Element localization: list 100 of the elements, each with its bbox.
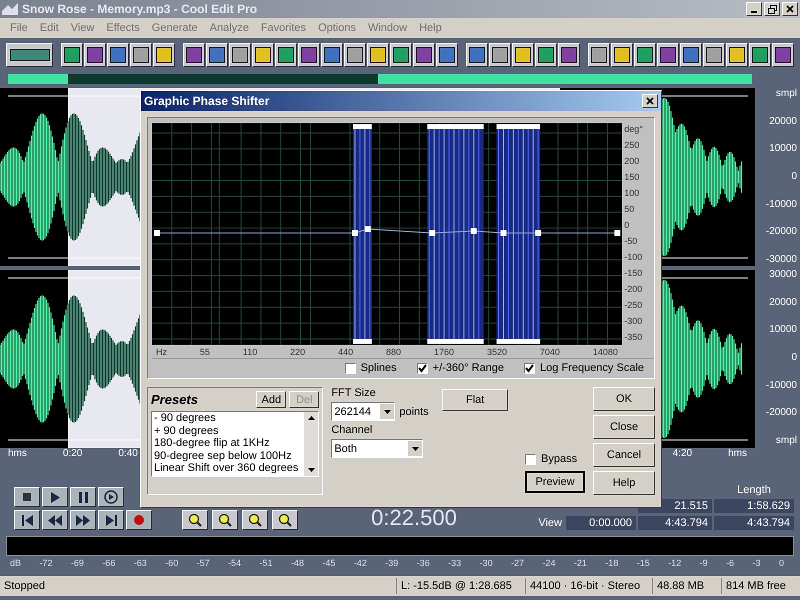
- dialog-button[interactable]: Cancel: [593, 443, 655, 467]
- toolbar-button[interactable]: [206, 43, 228, 67]
- scrollbar[interactable]: [304, 412, 318, 476]
- meter-scale-label: -42: [354, 558, 367, 568]
- amplitude-label: 0: [790, 170, 798, 182]
- toolbar-button[interactable]: [61, 43, 83, 67]
- toolbar-button[interactable]: [489, 43, 511, 67]
- toolbar-button[interactable]: [657, 43, 679, 67]
- preset-button[interactable]: Add: [256, 391, 286, 408]
- preview-button[interactable]: Preview: [525, 471, 585, 493]
- dialog-button[interactable]: OK: [593, 387, 655, 411]
- toolbar-button[interactable]: [535, 43, 557, 67]
- loop-play-button[interactable]: [98, 487, 124, 507]
- toolbar-button[interactable]: [367, 43, 389, 67]
- toolbar-button[interactable]: [436, 43, 458, 67]
- fast-forward-button[interactable]: [70, 510, 96, 530]
- toolbar-button[interactable]: [588, 43, 610, 67]
- toolbar-button[interactable]: [558, 43, 580, 67]
- checkbox-label: Log Frequency Scale: [540, 362, 644, 374]
- toolbar-button[interactable]: [321, 43, 343, 67]
- meter-scale-label: -6: [726, 558, 734, 568]
- toolbar-button[interactable]: [130, 43, 152, 67]
- play-button[interactable]: [42, 487, 68, 507]
- toolbar-button[interactable]: [183, 43, 205, 67]
- checkbox[interactable]: [524, 362, 536, 374]
- meter-scale-label: -15: [636, 558, 650, 568]
- magnifier-icon: [248, 513, 262, 527]
- dialog-button[interactable]: Close: [593, 415, 655, 439]
- channel-label: Channel: [331, 424, 374, 436]
- meter-scale-label: 0: [778, 558, 784, 568]
- fft-size-label: FFT Size: [331, 387, 377, 399]
- channel-dropdown[interactable]: Both: [331, 439, 424, 458]
- go-to-end-button[interactable]: [98, 510, 124, 530]
- toolbar-button[interactable]: [344, 43, 366, 67]
- zoom-button[interactable]: [272, 510, 298, 530]
- restore-button[interactable]: [764, 2, 780, 16]
- toolbar-button[interactable]: [413, 43, 435, 67]
- status-pane: L: -15.5dB @ 1:28.685: [396, 578, 525, 594]
- rewind-button[interactable]: [42, 510, 68, 530]
- record-icon: [134, 515, 144, 525]
- amplitude-label: smpl: [774, 434, 798, 446]
- zoom-button[interactable]: [182, 510, 208, 530]
- toolbar-button[interactable]: [84, 43, 106, 67]
- toolbar-button[interactable]: [153, 43, 175, 67]
- amplitude-label: 20000: [768, 116, 798, 127]
- phase-axis-label: -250: [624, 300, 644, 310]
- phase-curve-drawing[interactable]: [152, 122, 622, 346]
- preset-item[interactable]: 90-degree sep below 100Hz: [154, 450, 304, 462]
- view-length-value: 4:43.794: [714, 516, 794, 530]
- close-button[interactable]: [782, 2, 798, 16]
- toolbar-button[interactable]: [107, 43, 129, 67]
- close-icon: [646, 97, 654, 105]
- phase-axis-label: 0: [624, 220, 630, 230]
- meter-scale-label: -3: [752, 558, 761, 568]
- fft-size-dropdown[interactable]: 262144: [331, 402, 396, 421]
- amplitude-label: 10000: [768, 324, 798, 336]
- checkbox[interactable]: [344, 362, 356, 374]
- go-to-start-button[interactable]: [14, 510, 40, 530]
- overview-bar[interactable]: [8, 72, 752, 86]
- time-display: 0:22.500: [371, 506, 457, 530]
- toolbar-button[interactable]: [512, 43, 534, 67]
- time-label: 0:40: [118, 448, 138, 461]
- phase-axis-label: 50: [624, 204, 636, 214]
- toolbar-button[interactable]: [772, 43, 794, 67]
- checkbox-label: Bypass: [541, 453, 578, 465]
- toolbar-button[interactable]: [6, 43, 53, 67]
- checkbox[interactable]: [416, 362, 428, 374]
- record-button[interactable]: [126, 510, 152, 530]
- toolbar-button[interactable]: [703, 43, 725, 67]
- toolbar-button[interactable]: [611, 43, 633, 67]
- preset-item[interactable]: Linear Shift over 360 degrees: [154, 462, 304, 475]
- flat-button[interactable]: Flat: [442, 389, 508, 411]
- toolbar-button[interactable]: [749, 43, 771, 67]
- pause-button[interactable]: [70, 487, 96, 507]
- stop-button[interactable]: [14, 487, 40, 507]
- toolbar-button[interactable]: [634, 43, 656, 67]
- magnifier-icon: [188, 513, 202, 527]
- zoom-button[interactable]: [242, 510, 268, 530]
- zoom-button[interactable]: [212, 510, 238, 530]
- toolbar-button[interactable]: [726, 43, 748, 67]
- frequency-axis-label: 7040: [540, 347, 560, 357]
- preset-item[interactable]: + 90 degrees: [154, 424, 304, 438]
- phase-axis-label: -50: [624, 236, 638, 246]
- time-label: 4:20: [672, 448, 692, 461]
- restore-icon: [768, 4, 776, 14]
- preset-item[interactable]: 180-degree flip at 1KHz: [154, 437, 304, 450]
- toolbar-button[interactable]: [680, 43, 702, 67]
- checkbox[interactable]: [525, 454, 536, 464]
- toolbar-button[interactable]: [466, 43, 488, 67]
- dialog-button[interactable]: Help: [593, 471, 655, 495]
- toolbar-button[interactable]: [390, 43, 412, 67]
- toolbar-button[interactable]: [298, 43, 320, 67]
- close-button[interactable]: [642, 94, 658, 108]
- phase-axis-label: -200: [624, 284, 644, 294]
- toolbar-button[interactable]: [229, 43, 251, 67]
- minimize-button[interactable]: [746, 2, 762, 16]
- toolbar-button[interactable]: [252, 43, 274, 67]
- preset-item[interactable]: - 90 degrees: [154, 412, 304, 425]
- status-pane: 48.88 MB: [652, 578, 721, 594]
- toolbar-button[interactable]: [275, 43, 297, 67]
